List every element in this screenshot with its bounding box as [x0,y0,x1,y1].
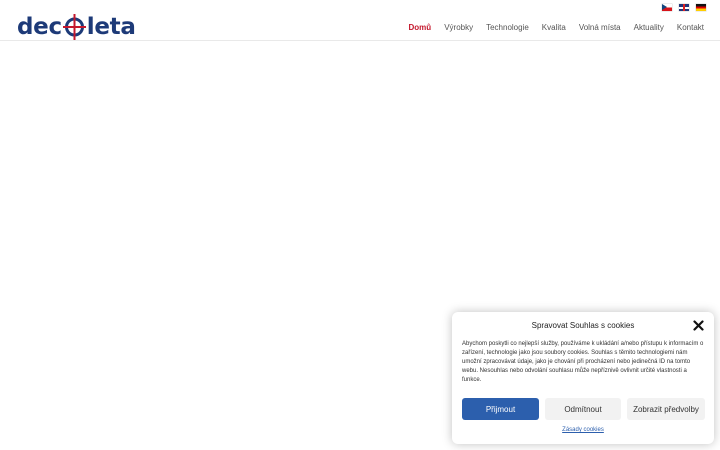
preferences-button[interactable]: Zobrazit předvolby [627,398,705,420]
language-switcher [662,4,706,11]
nav-item-volna-mista[interactable]: Volná místa [579,23,621,32]
cookie-title: Spravovat Souhlas s cookies [531,321,635,330]
cookie-consent-dialog: Spravovat Souhlas s cookies Abychom posk… [452,312,714,444]
cookie-description: Abychom poskytli co nejlepší služby, pou… [462,341,704,383]
nav-item-vyrobky[interactable]: Výrobky [444,23,473,32]
nav-item-kontakt[interactable]: Kontakt [677,23,704,32]
nav-item-domu[interactable]: Domů [409,23,432,32]
nav-item-kvalita[interactable]: Kvalita [542,23,566,32]
close-icon[interactable] [693,320,704,331]
flag-de-icon[interactable] [696,4,706,11]
site-header: dec leta Domů Výrobky Technologie Kvalit… [0,0,720,41]
accept-button[interactable]: Přijmout [462,398,539,420]
deny-button[interactable]: Odmítnout [545,398,621,420]
main-nav: Domů Výrobky Technologie Kvalita Volná m… [396,23,704,32]
logo-text-end: leta [86,14,136,40]
logo-text-start: dec [17,14,62,40]
flag-en-icon[interactable] [679,4,689,11]
crosshair-logo-icon [62,14,86,40]
cookie-policy-link[interactable]: Zásady cookies [452,427,714,433]
nav-item-technologie[interactable]: Technologie [486,23,529,32]
flag-cz-icon[interactable] [662,4,672,11]
logo[interactable]: dec leta [17,13,136,41]
nav-item-aktuality[interactable]: Aktuality [634,23,664,32]
